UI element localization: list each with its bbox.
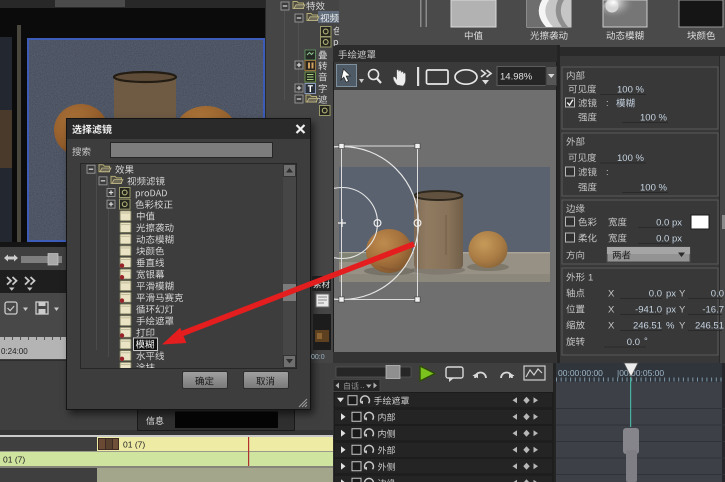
svg-text:100 %: 100 % [640,183,667,194]
svg-text:1: 1 [588,273,593,284]
svg-text:..: .. [360,381,364,390]
svg-text::: : [606,98,609,109]
svg-text:246.51: 246.51 [633,321,662,332]
svg-text:0.0 px: 0.0 px [656,218,682,229]
svg-text:246.51: 246.51 [695,321,724,332]
svg-text:100 %: 100 % [640,113,667,124]
svg-text:0.0: 0.0 [649,289,662,300]
svg-text:|00:00:05:00: |00:00:05:00 [617,368,664,378]
svg-text:00:00:00:00: 00:00:00:00 [558,368,603,378]
svg-text:0:24:00: 0:24:00 [1,347,28,356]
svg-text:-16.7: -16.7 [702,305,724,316]
svg-text:0.0: 0.0 [711,289,724,300]
svg-text:100 %: 100 % [617,85,644,96]
svg-text:0.0 px: 0.0 px [656,234,682,245]
svg-text:Y: Y [679,321,686,332]
svg-text:Y: Y [679,289,686,300]
svg-text:00:0: 00:0 [311,354,325,361]
svg-text:0.0: 0.0 [627,337,640,348]
svg-text:X: X [608,289,615,300]
svg-text:%: % [666,321,675,332]
svg-text:01 (7): 01 (7) [123,440,145,450]
svg-text:01 (7): 01 (7) [3,455,25,465]
svg-text:14.98%: 14.98% [500,72,533,83]
svg-text:px: px [666,289,676,300]
svg-text::: : [606,167,609,178]
svg-text:X: X [608,321,615,332]
svg-text:Y: Y [679,305,686,316]
svg-text:px: px [666,305,676,316]
svg-text:X: X [608,305,615,316]
svg-text:-941.0: -941.0 [635,305,662,316]
svg-text:°: ° [644,336,648,347]
svg-text:100 %: 100 % [617,153,644,164]
